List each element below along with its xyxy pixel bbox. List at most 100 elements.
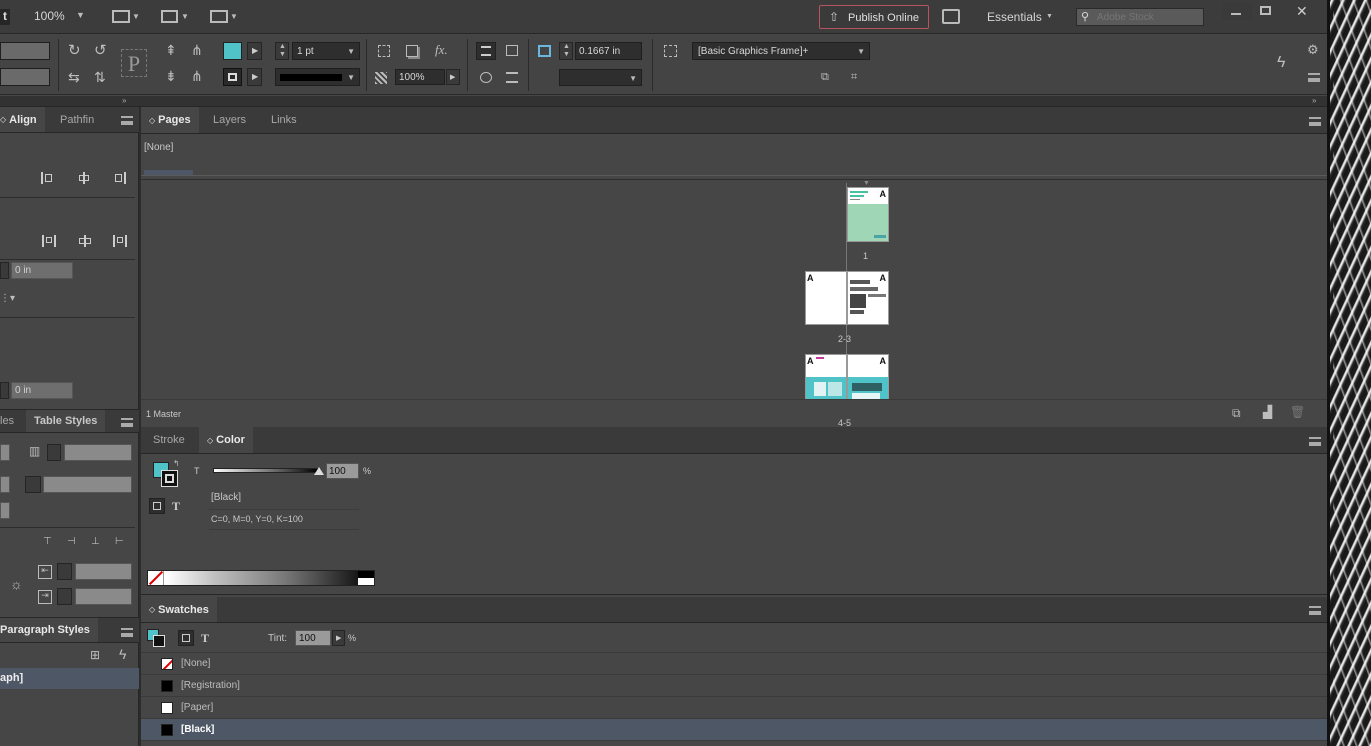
minimize-button[interactable] [1222, 2, 1252, 20]
text-rotation-icon[interactable]: ☼ [10, 577, 23, 591]
text-wrap-jump-icon[interactable] [506, 72, 518, 83]
tint-field[interactable]: 100 [326, 463, 359, 479]
swatch-row-partial[interactable] [141, 741, 1327, 746]
delete-page-icon[interactable]: 🗑 [1290, 406, 1305, 418]
arrange-documents-icon[interactable] [210, 10, 228, 23]
tab-cell-styles[interactable]: les [0, 410, 22, 432]
panel-menu-icon[interactable] [1309, 606, 1321, 615]
apply-to-container-icon[interactable] [149, 498, 165, 514]
select-container-icon[interactable]: ⇞ [165, 43, 177, 57]
settings-gear-icon[interactable]: ⚙ [1307, 43, 1319, 56]
tint-slider-handle[interactable] [314, 467, 324, 475]
swap-fill-stroke-icon[interactable]: ↰ [173, 460, 180, 468]
swatch-container-icon[interactable] [178, 630, 194, 646]
color-ramp[interactable] [147, 570, 375, 586]
swatch-row-paper[interactable]: [Paper] [141, 697, 1327, 719]
tab-swatches[interactable]: ◇ Swatches [141, 597, 217, 622]
adobe-stock-search-input[interactable] [1097, 10, 1199, 24]
quick-apply-icon[interactable]: ϟ [119, 647, 126, 661]
spacing-stepper-2[interactable] [0, 382, 9, 399]
fill-swatch[interactable] [223, 42, 242, 60]
panel-menu-icon[interactable] [1309, 437, 1321, 446]
tab-table-styles[interactable]: Table Styles [26, 410, 106, 432]
text-align-bottom-icon[interactable]: ⊥ [91, 537, 100, 547]
document-badge[interactable]: t [0, 9, 10, 25]
align-right-edges-icon[interactable] [113, 172, 126, 184]
white-swatch-chip[interactable] [358, 578, 374, 585]
control-bar-menu-icon[interactable] [1308, 73, 1320, 82]
fill-dropdown-button[interactable]: ▶ [247, 42, 262, 60]
drop-shadow-icon[interactable] [406, 45, 418, 57]
panel-menu-icon[interactable] [121, 418, 133, 427]
tab-pathfinder[interactable]: Pathfin [52, 107, 102, 132]
distribute-centers-icon[interactable] [78, 235, 92, 247]
page-thumbnail-3[interactable]: A [847, 271, 889, 325]
tab-pages[interactable]: ◇ Pages [141, 107, 199, 133]
tab-layers[interactable]: Layers [205, 107, 254, 133]
effects-fx-icon[interactable]: fx. [435, 43, 448, 56]
secondary-dropdown[interactable]: ▼ [559, 69, 642, 86]
text-wrap-shape-icon[interactable] [480, 72, 492, 83]
stroke-swatch[interactable] [223, 68, 242, 86]
inset-field[interactable]: 0.1667 in [575, 42, 642, 60]
select-next-object-icon[interactable]: ⋔ [191, 43, 203, 57]
zoom-level-dropdown[interactable]: 100% ▼ [34, 9, 86, 25]
page-thumbnail-1[interactable]: A [847, 187, 889, 242]
tab-align[interactable]: ◇ Align [0, 107, 45, 132]
distribute-spacing-field[interactable]: 0 in [11, 262, 73, 279]
text-wrap-none-button[interactable] [476, 42, 496, 60]
swatch-row-registration[interactable]: [Registration] [141, 675, 1327, 697]
clear-overrides-icon[interactable]: ⧉ [821, 72, 829, 83]
stroke-type-dropdown[interactable]: ▼ [275, 68, 360, 86]
tab-stroke[interactable]: Stroke [145, 427, 193, 453]
publish-online-button[interactable]: ⇧ Publish Online [819, 5, 929, 29]
text-align-center-icon[interactable]: ⊣ [67, 537, 76, 547]
stroke-weight-field[interactable]: 1 pt ▼ [292, 42, 360, 60]
swatch-text-icon[interactable]: T [201, 631, 209, 646]
text-justify-vertical-icon[interactable]: ⊢ [115, 537, 124, 547]
view-options-icon[interactable] [112, 10, 130, 23]
cell-inset-bottom-stepper[interactable] [57, 588, 72, 605]
stroke-weight-stepper[interactable]: ▲ ▼ [275, 42, 289, 60]
text-align-top-icon[interactable]: ⊤ [43, 537, 52, 547]
panel-menu-icon[interactable] [121, 628, 133, 637]
panel-collapse-strip[interactable]: » » [0, 96, 1327, 107]
opacity-dropdown-button[interactable]: ▶ [446, 69, 460, 85]
cell-inset-top-field[interactable] [75, 563, 132, 580]
rotate-counterclockwise-icon[interactable]: ↺ [94, 43, 107, 58]
master-none-item[interactable]: [None] [144, 142, 173, 153]
page-thumbnail-2[interactable]: A [805, 271, 847, 325]
table-columns-stepper[interactable] [47, 444, 61, 461]
distribute-left-icon[interactable] [42, 235, 56, 247]
tab-links[interactable]: Links [263, 107, 305, 133]
publish-dashboard-icon[interactable] [942, 9, 960, 24]
object-style-dropdown[interactable]: [Basic Graphics Frame]+ ▼ [692, 42, 870, 60]
panel-menu-icon[interactable] [121, 116, 133, 125]
create-new-page-icon[interactable]: ▟ [1263, 406, 1272, 418]
tab-paragraph-styles[interactable]: Paragraph Styles [0, 618, 98, 642]
text-wrap-bounding-icon[interactable] [506, 45, 518, 56]
workspace-switcher[interactable]: Essentials ▼ [987, 10, 1057, 26]
row-height-stepper[interactable] [25, 476, 41, 493]
swatch-tint-dropdown[interactable]: ▶ [332, 630, 345, 646]
apply-to-text-icon[interactable]: T [172, 499, 180, 514]
stroke-color-swatch[interactable] [161, 470, 178, 487]
screen-mode-icon[interactable] [161, 10, 178, 23]
edit-page-size-icon[interactable]: ⧉ [1232, 407, 1241, 419]
adobe-stock-search[interactable]: ⚲ [1076, 8, 1204, 26]
close-button[interactable]: ✕ [1282, 2, 1320, 20]
inset-stepper[interactable]: ▲ ▼ [559, 42, 573, 60]
cell-inset-top-stepper[interactable] [57, 563, 72, 580]
spacing-stepper[interactable] [0, 262, 9, 279]
dock-divider[interactable] [139, 107, 141, 746]
swatch-row-black[interactable]: [Black] [141, 719, 1327, 741]
black-swatch-chip[interactable] [358, 571, 374, 578]
reference-x-field[interactable] [0, 42, 50, 60]
maximize-button[interactable] [1252, 2, 1280, 20]
distribute-right-icon[interactable] [113, 235, 127, 247]
paragraph-style-selected-row[interactable]: aph] [0, 668, 139, 689]
quick-apply-icon[interactable]: ϟ [1277, 55, 1285, 71]
auto-fit-icon[interactable]: ⌗ [851, 72, 857, 83]
table-columns-field[interactable] [64, 444, 132, 461]
row-height-dropdown[interactable] [0, 476, 10, 493]
